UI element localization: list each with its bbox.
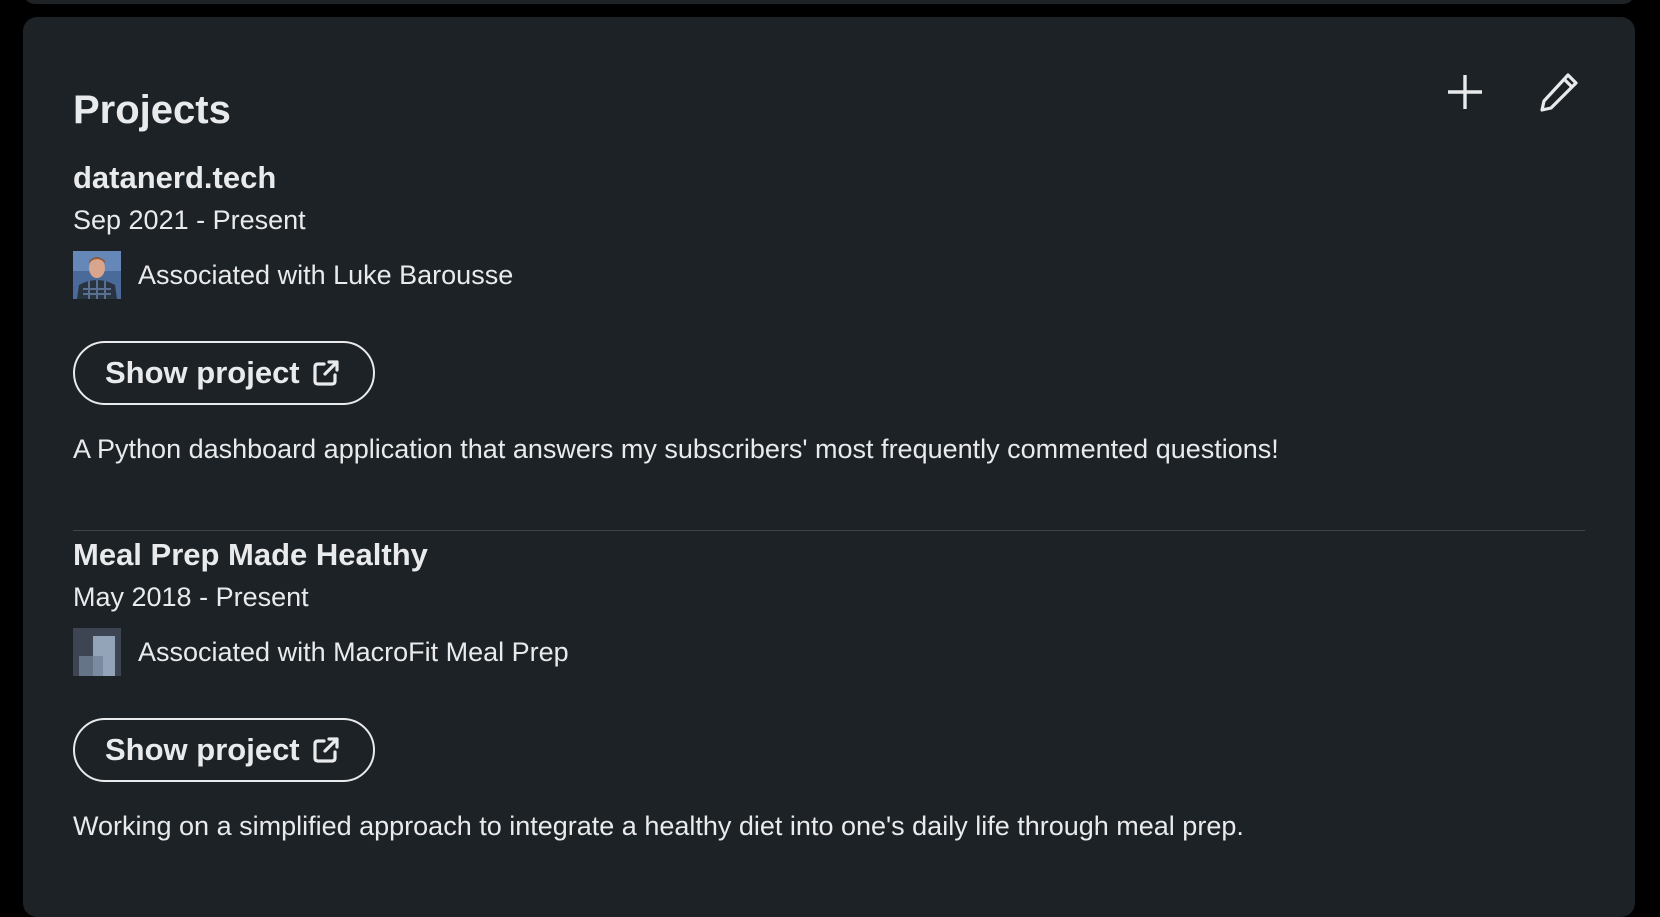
projects-card: Projects datanerd.tech Sep 2021 - Presen… <box>23 17 1635 917</box>
project-divider <box>73 530 1585 531</box>
previous-section-card <box>23 0 1635 4</box>
external-link-icon <box>313 737 339 763</box>
project-association: Associated with MacroFit Meal Prep <box>73 628 569 676</box>
plus-icon <box>1448 75 1482 109</box>
show-project-label: Show project <box>105 355 300 390</box>
association-text: Associated with MacroFit Meal Prep <box>138 637 569 667</box>
show-project-button[interactable]: Show project <box>73 341 375 405</box>
pencil-icon <box>1540 73 1578 112</box>
show-project-button[interactable]: Show project <box>73 718 375 782</box>
association-text: Associated with Luke Barousse <box>138 260 514 290</box>
project-description: A Python dashboard application that answ… <box>73 434 1279 464</box>
project-association: Associated with Luke Barousse <box>73 251 513 299</box>
project-title: datanerd.tech <box>73 160 277 195</box>
project-dates: May 2018 - Present <box>73 582 309 612</box>
edit-projects-button[interactable] <box>1531 64 1587 120</box>
project-dates: Sep 2021 - Present <box>73 205 306 235</box>
section-title: Projects <box>73 88 231 132</box>
show-project-label: Show project <box>105 732 300 767</box>
external-link-icon <box>313 360 339 386</box>
add-project-button[interactable] <box>1437 64 1493 120</box>
company-placeholder-logo[interactable] <box>73 628 121 676</box>
project-description: Working on a simplified approach to inte… <box>73 811 1244 841</box>
project-title: Meal Prep Made Healthy <box>73 537 428 572</box>
profile-photo-avatar[interactable] <box>73 251 121 299</box>
